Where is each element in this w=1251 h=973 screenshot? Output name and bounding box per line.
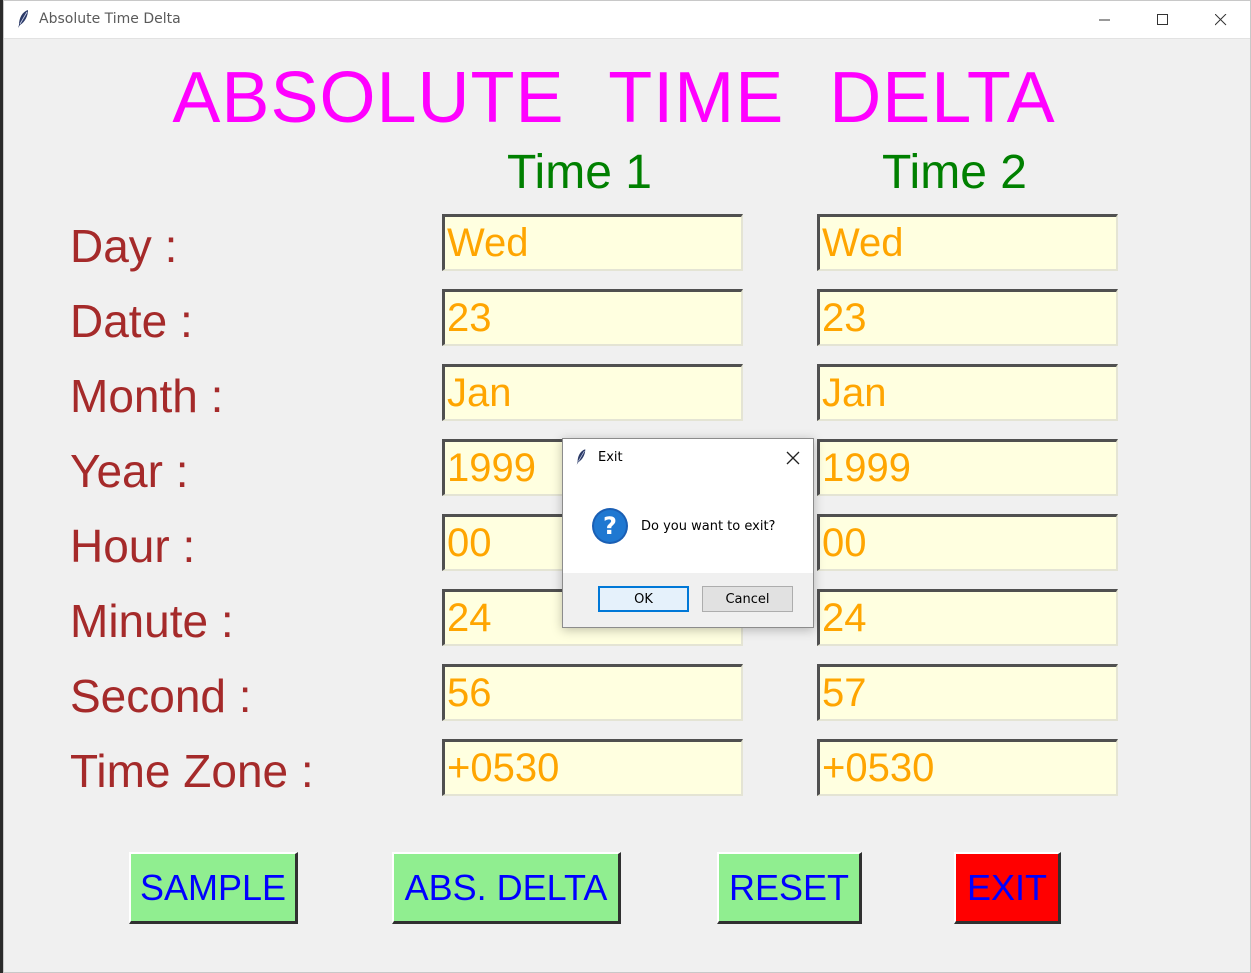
time1-date-field[interactable] (442, 289, 743, 346)
time2-day-field[interactable] (817, 214, 1118, 271)
dialog-title: Exit (598, 450, 623, 465)
time1-month-field[interactable] (442, 364, 743, 421)
page-title: ABSOLUTE TIME DELTA (172, 58, 1056, 138)
time1-timezone-field[interactable] (442, 739, 743, 796)
close-button[interactable] (1192, 1, 1250, 39)
time1-second-field[interactable] (442, 664, 743, 721)
svg-text:?: ? (603, 512, 617, 540)
column-header-time1: Time 1 (507, 146, 652, 199)
maximize-button[interactable] (1134, 1, 1192, 39)
close-icon (786, 451, 800, 465)
time2-minute-field[interactable] (817, 589, 1118, 646)
reset-button[interactable]: RESET (717, 852, 862, 924)
ok-button[interactable]: OK (598, 586, 689, 612)
label-year: Year : (70, 445, 189, 497)
feather-icon (18, 10, 28, 28)
label-hour: Hour : (70, 520, 196, 572)
window-title: Absolute Time Delta (39, 11, 181, 27)
label-month: Month : (70, 370, 224, 422)
abs-delta-button[interactable]: ABS. DELTA (392, 852, 621, 924)
cancel-button[interactable]: Cancel (702, 586, 793, 612)
close-icon (1215, 14, 1227, 26)
title-bar: Absolute Time Delta (4, 1, 1250, 39)
minimize-button[interactable] (1076, 1, 1134, 39)
minimize-icon (1099, 19, 1110, 21)
label-second: Second : (70, 670, 252, 722)
time2-hour-field[interactable] (817, 514, 1118, 571)
exit-dialog: Exit ? Do you want to exit? OK Cancel (562, 438, 814, 628)
label-timezone: Time Zone : (70, 745, 314, 797)
question-icon: ? (592, 508, 628, 544)
feather-icon (576, 449, 586, 465)
time2-date-field[interactable] (817, 289, 1118, 346)
sample-button[interactable]: SAMPLE (129, 852, 298, 924)
dialog-footer: OK Cancel (563, 573, 813, 627)
label-date: Date : (70, 295, 193, 347)
time1-day-field[interactable] (442, 214, 743, 271)
dialog-close-button[interactable] (781, 448, 805, 468)
dialog-message: Do you want to exit? (641, 519, 776, 534)
time2-month-field[interactable] (817, 364, 1118, 421)
label-minute: Minute : (70, 595, 234, 647)
time2-timezone-field[interactable] (817, 739, 1118, 796)
maximize-icon (1157, 14, 1168, 25)
label-day: Day : (70, 220, 178, 272)
time2-second-field[interactable] (817, 664, 1118, 721)
time2-year-field[interactable] (817, 439, 1118, 496)
column-header-time2: Time 2 (882, 146, 1027, 199)
exit-button[interactable]: EXIT (954, 852, 1061, 924)
